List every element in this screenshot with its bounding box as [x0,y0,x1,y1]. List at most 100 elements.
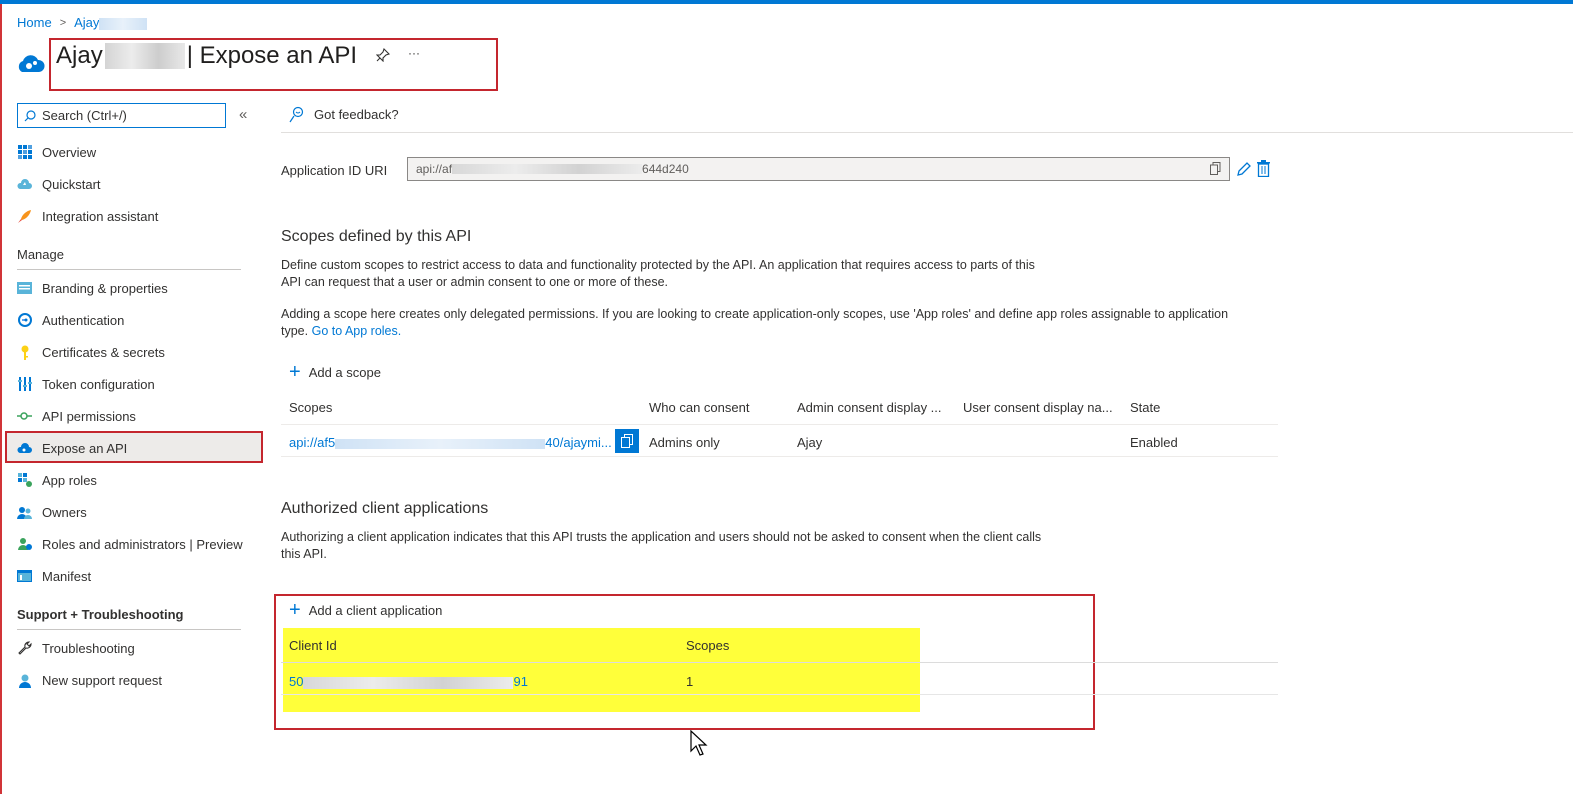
app-registration-icon [15,52,45,74]
column-header-user-consent[interactable]: User consent display na... [963,400,1113,415]
scope-link[interactable]: api://af5 40/ajaymi... [289,435,612,450]
breadcrumb-home-link[interactable]: Home [17,15,52,30]
manifest-icon [17,569,32,584]
breadcrumb-current-link[interactable]: Ajay [74,15,148,30]
scope-value-end: 40/ajaymi... [545,435,612,450]
sidebar-item-api-permissions[interactable]: API permissions [17,400,136,432]
feedback-button[interactable]: Got feedback? [289,106,399,123]
column-header-client-id[interactable]: Client Id [289,638,337,653]
table-divider [281,662,1278,663]
scopes-heading: Scopes defined by this API [281,228,472,245]
sidebar-item-troubleshooting[interactable]: Troubleshooting [17,632,135,664]
header-actions: ··· [375,46,420,66]
plus-icon: + [289,599,301,621]
pin-icon[interactable] [375,47,391,66]
table-divider [281,456,1278,457]
app-id-uri-label: Application ID URI [281,163,388,178]
breadcrumb-current-label: Ajay [74,15,100,30]
sidebar-item-label: Expose an API [42,440,128,456]
column-header-admin-consent[interactable]: Admin consent display ... [797,400,942,415]
sidebar-item-label: App roles [42,472,97,488]
sidebar-item-branding[interactable]: Branding & properties [17,272,168,304]
sidebar-item-integration-assistant[interactable]: Integration assistant [17,200,158,232]
search-placeholder: Search (Ctrl+/) [42,108,127,123]
sidebar-item-label: Quickstart [42,176,101,192]
support-heading: Support + Troubleshooting [17,607,184,622]
sidebar-item-label: Branding & properties [42,280,168,296]
sidebar-item-token-configuration[interactable]: Token configuration [17,368,155,400]
sidebar-item-overview[interactable]: Overview [17,136,96,168]
sidebar-item-label: New support request [42,672,162,688]
page-title: Ajay | Expose an API [56,42,357,70]
more-options-icon[interactable]: ··· [408,46,420,66]
scopes-description-line1: Define custom scopes to restrict access … [281,258,1035,272]
column-header-client-scopes[interactable]: Scopes [686,638,729,653]
add-client-application-button[interactable]: + Add a client application [289,599,443,621]
feedback-icon [289,106,304,123]
roles-icon [17,537,32,552]
sidebar-item-label: Overview [42,144,97,160]
column-header-state[interactable]: State [1130,400,1160,415]
section-divider [17,269,241,270]
support-icon [17,673,32,688]
rocket-icon [17,209,32,224]
sidebar-item-manifest[interactable]: Manifest [17,560,91,592]
redacted-text [335,438,546,449]
redacted-text [303,676,514,689]
table-divider [281,694,1278,695]
page-title-app-name: Ajay [56,42,103,69]
wrench-icon [17,641,32,656]
redacted-text [452,164,643,174]
page-title-blade-name: | Expose an API [186,42,358,69]
collapse-sidebar-button[interactable]: « [239,106,247,123]
sidebar-item-owners[interactable]: Owners [17,496,87,528]
sidebar-search-input[interactable]: Search (Ctrl+/) [17,103,226,128]
delete-icon[interactable] [1257,160,1270,180]
scopes-description-type: type. [281,324,309,338]
sidebar-item-label: Roles and administrators | Preview [42,536,243,552]
redacted-text [99,17,148,30]
branding-icon [17,281,32,296]
go-to-app-roles-link[interactable]: Go to App roles. [312,324,402,338]
sidebar-item-app-roles[interactable]: App roles [17,464,97,496]
sidebar-item-authentication[interactable]: Authentication [17,304,124,336]
app-id-uri-field[interactable]: api://af 644d240 [407,157,1230,181]
sidebar-item-label: Certificates & secrets [42,344,165,360]
sidebar-item-label: Integration assistant [42,208,159,224]
sidebar-item-expose-an-api[interactable]: Expose an API [17,432,127,464]
cloud-api-icon [17,441,32,456]
app-id-uri-value-start: api://af [416,162,453,176]
copy-icon [621,434,633,448]
client-id-link[interactable]: 50 91 [289,674,528,689]
client-scopes-count: 1 [686,674,694,689]
add-scope-button[interactable]: + Add a scope [289,361,381,383]
feedback-label: Got feedback? [314,107,399,122]
redacted-text [104,43,185,69]
client-id-value-start: 50 [289,674,304,689]
add-client-application-label: Add a client application [308,602,443,618]
edit-icon[interactable] [1236,161,1252,180]
sidebar-item-label: Manifest [42,568,92,584]
sidebar-item-new-support-request[interactable]: New support request [17,664,162,696]
token-icon [17,377,32,392]
sidebar-item-roles-and-administrators[interactable]: Roles and administrators | Preview [17,528,243,560]
add-scope-label: Add a scope [308,364,381,380]
sidebar-item-certificates[interactable]: Certificates & secrets [17,336,165,368]
table-divider [281,424,1278,425]
owners-icon [17,505,32,520]
manage-heading: Manage [17,247,64,262]
mouse-cursor-icon [690,729,710,761]
sidebar-item-label: Token configuration [42,376,155,392]
copy-icon[interactable] [1210,162,1221,178]
column-header-who-can-consent[interactable]: Who can consent [649,400,749,415]
column-header-scopes[interactable]: Scopes [289,400,332,415]
plus-icon: + [289,361,301,383]
copy-scope-button[interactable] [615,429,639,453]
sidebar-item-quickstart[interactable]: Quickstart [17,168,101,200]
admin-consent-value: Ajay [797,435,823,450]
command-bar-divider [281,132,1573,133]
api-permissions-icon [17,409,32,424]
key-icon [17,345,32,360]
authorized-clients-heading: Authorized client applications [281,500,489,517]
grid-icon [17,145,32,160]
